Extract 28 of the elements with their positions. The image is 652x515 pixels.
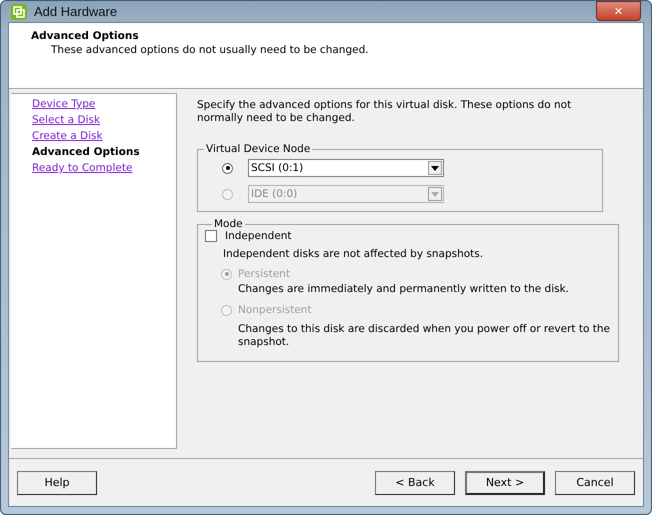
next-button[interactable]: Next > (465, 470, 545, 494)
help-button[interactable]: Help (17, 470, 97, 494)
option-description: Changes to this disk are discarded when you power off or revert to the snapshot. (238, 323, 611, 349)
checkbox[interactable] (205, 230, 217, 242)
page-title: Advanced Options (31, 30, 140, 42)
group-legend: Mode (212, 218, 245, 230)
radio-label: Persistent (238, 268, 290, 280)
back-button[interactable]: < Back (375, 470, 455, 494)
option-description: Changes are immediately and permanently written to the disk. (238, 283, 570, 296)
current-step: Advanced Options (32, 145, 140, 160)
intro-text: Specify the advanced options for this virtual disk. These options do not normally need to be changed. (197, 99, 572, 125)
radio-button[interactable] (222, 162, 233, 174)
radio-label: Nonpersistent (238, 304, 312, 316)
step-link[interactable]: Ready to Complete (32, 161, 132, 176)
group-legend: Virtual Device Node (204, 143, 312, 155)
checkbox-label: Independent (225, 230, 292, 242)
page-subtitle: These advanced options do not usually need to be changed. (51, 44, 370, 56)
app-logo-icon (10, 2, 28, 20)
cancel-button[interactable]: Cancel (555, 470, 635, 494)
window-title: Add Hardware (34, 4, 118, 19)
mode-note: Independent disks are not affected by snapshots. (223, 248, 484, 260)
step-link[interactable]: Device Type (32, 97, 96, 112)
step-link[interactable]: Create a Disk (32, 129, 103, 144)
step-link[interactable]: Select a Disk (32, 113, 100, 128)
close-button[interactable]: ✕ (596, 1, 641, 21)
dropdown-arrow-icon (431, 192, 439, 196)
dropdown-arrow-icon (431, 166, 439, 170)
node-dropdown[interactable]: SCSI (0:1) (248, 159, 444, 177)
